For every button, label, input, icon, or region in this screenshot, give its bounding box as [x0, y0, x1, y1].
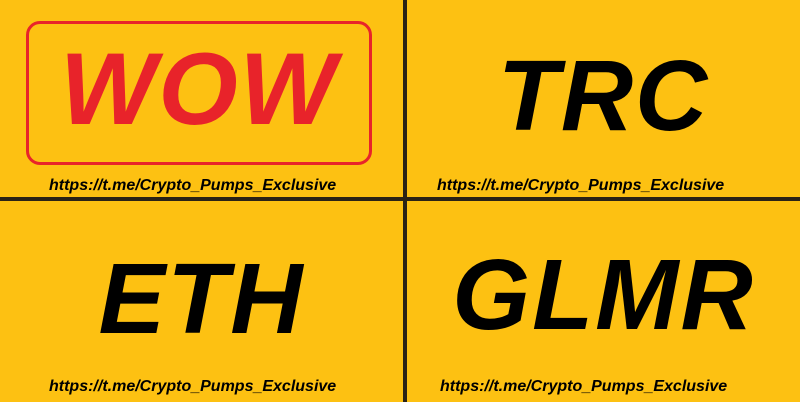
telegram-link-text: https://t.me/Crypto_Pumps_Exclusive	[49, 378, 337, 395]
telegram-link-text: https://t.me/Crypto_Pumps_Exclusive	[440, 378, 728, 395]
ticker-glmr: GLMR	[452, 239, 755, 351]
ticker-eth: ETH	[98, 243, 305, 355]
promo-canvas: WOW https://t.me/Crypto_Pumps_Exclusive …	[0, 0, 800, 402]
tile-bottom-right: GLMR https://t.me/Crypto_Pumps_Exclusive	[407, 201, 800, 402]
tile-top-left: WOW https://t.me/Crypto_Pumps_Exclusive	[0, 0, 403, 197]
telegram-link-text: https://t.me/Crypto_Pumps_Exclusive	[437, 177, 725, 194]
ticker-trc: TRC	[497, 40, 710, 152]
ticker-wow: WOW	[60, 32, 338, 146]
telegram-link-text: https://t.me/Crypto_Pumps_Exclusive	[49, 177, 337, 194]
tile-bottom-left: ETH https://t.me/Crypto_Pumps_Exclusive	[0, 201, 403, 402]
tile-top-right: TRC https://t.me/Crypto_Pumps_Exclusive	[407, 0, 800, 197]
